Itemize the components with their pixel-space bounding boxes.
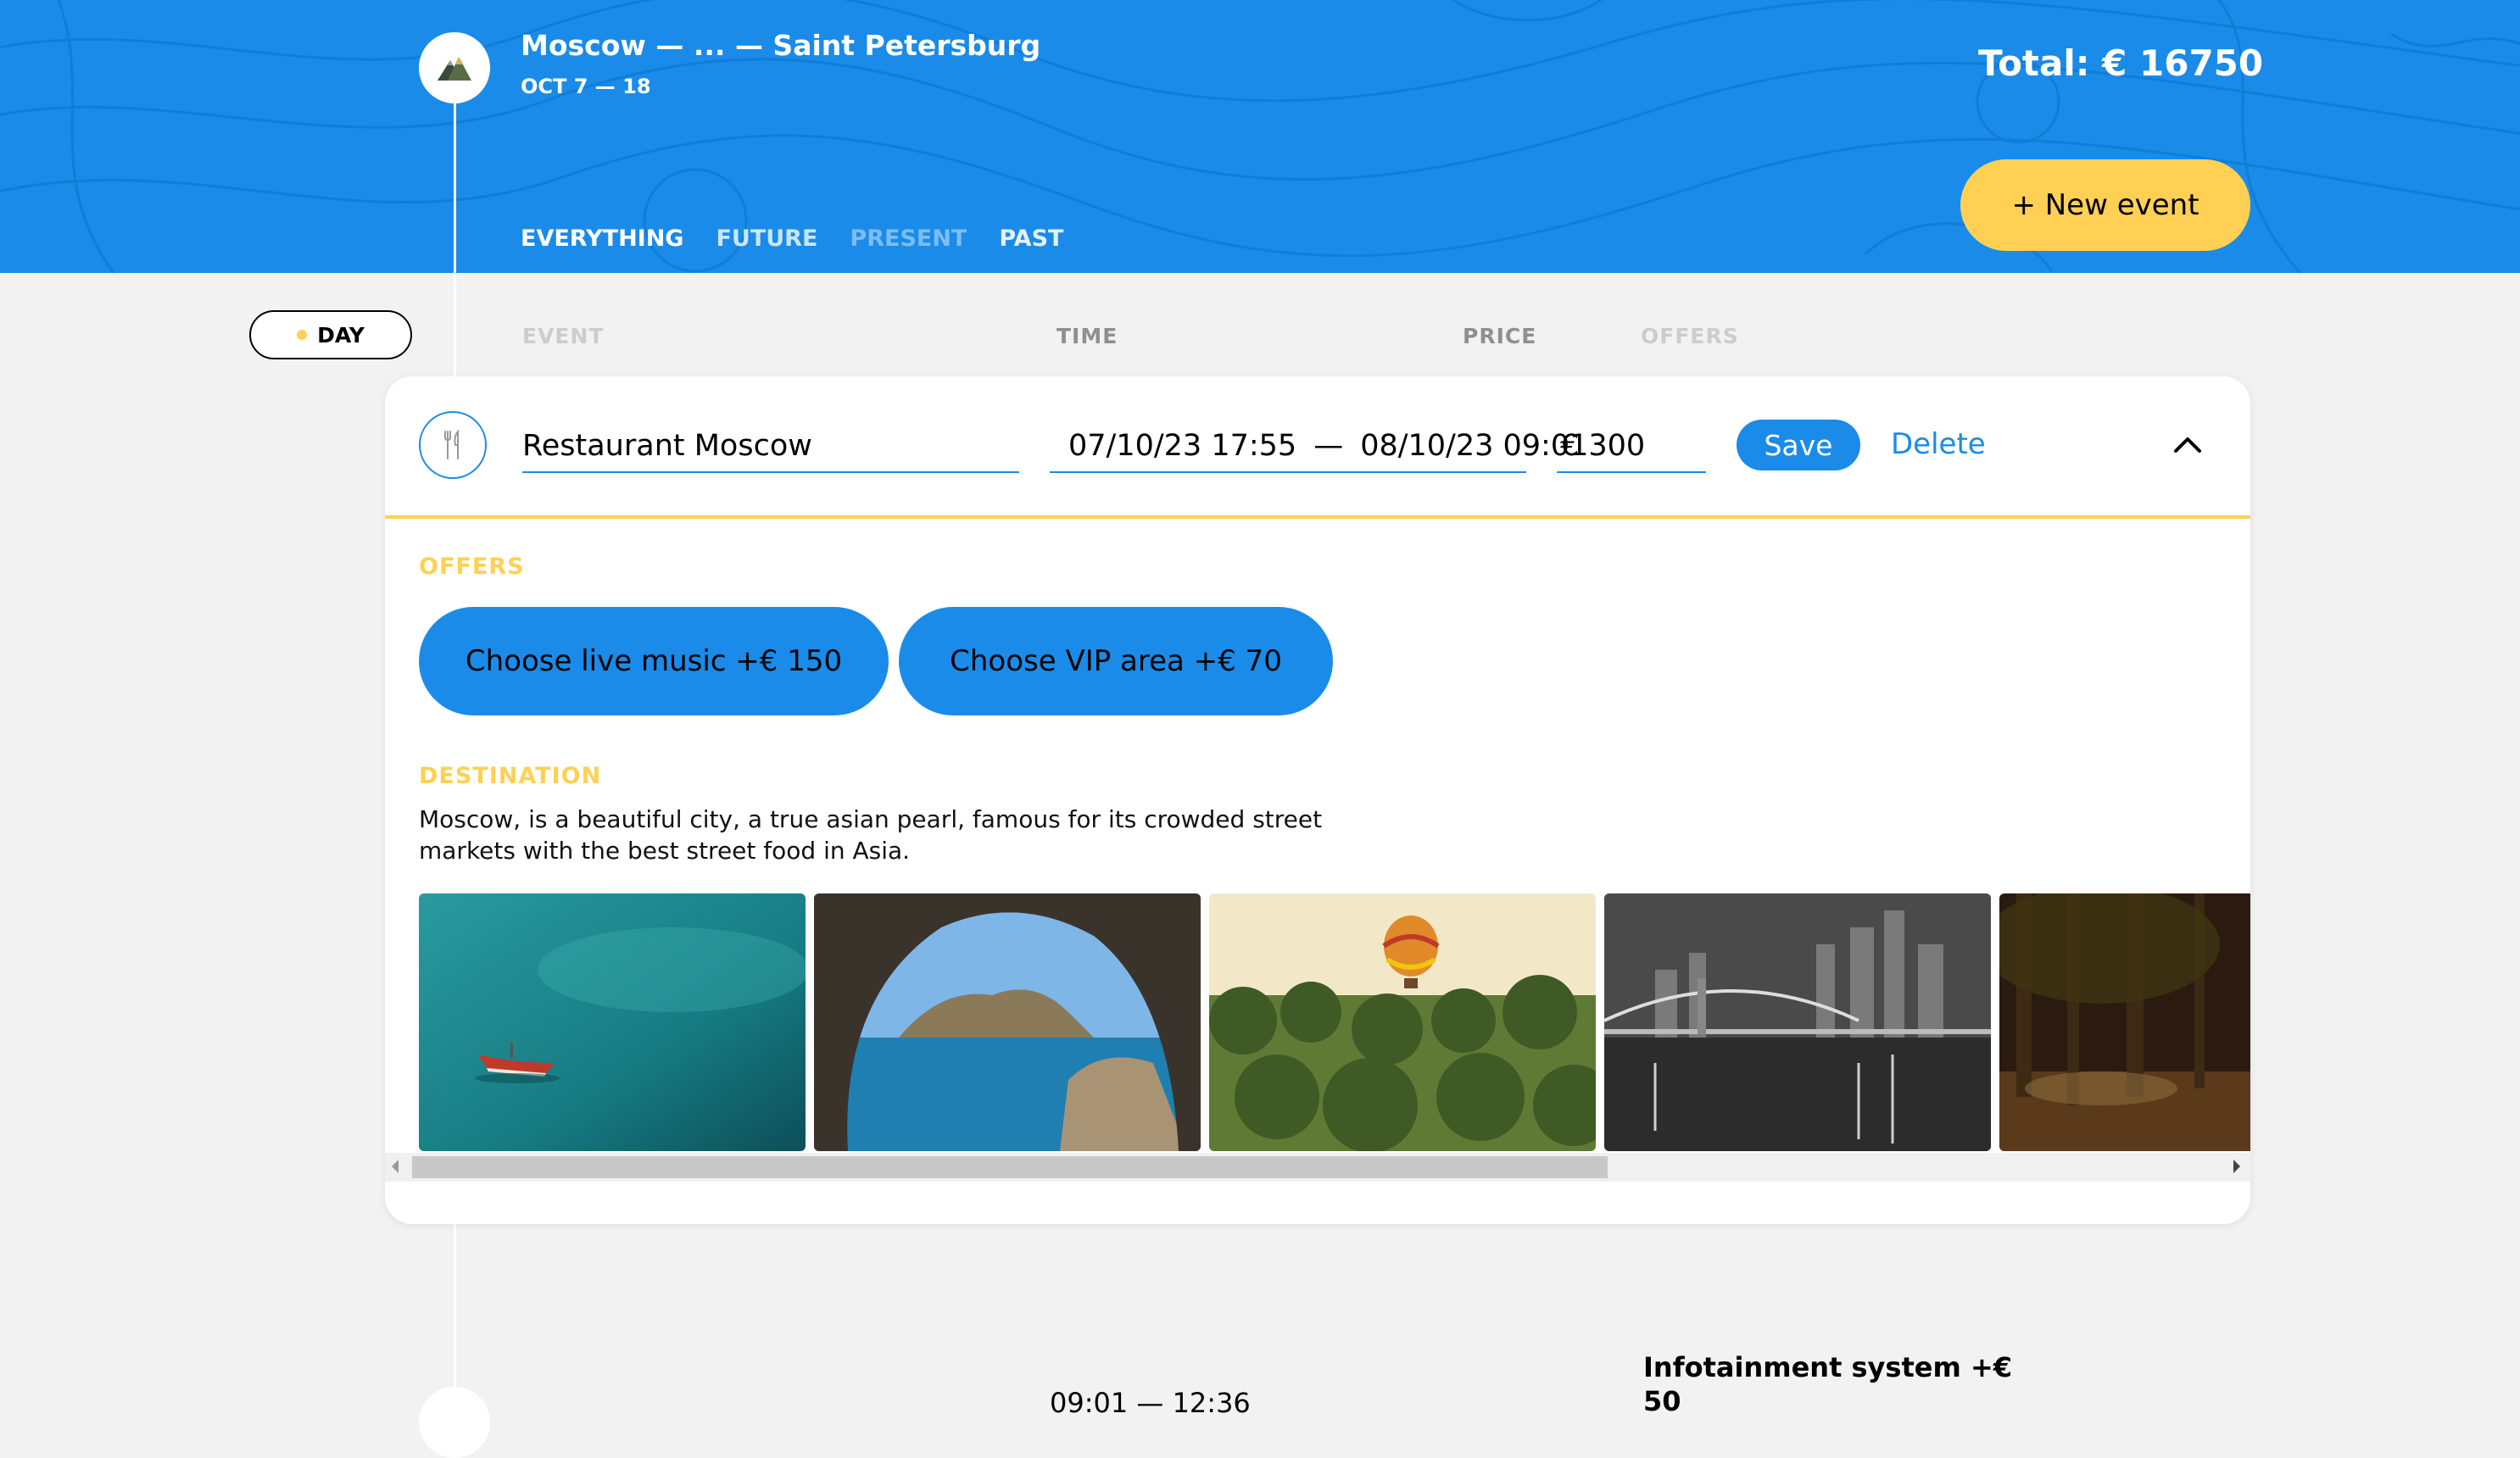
bridge-city-night-photo — [1604, 893, 1991, 1151]
start-time-input[interactable]: 07/10/23 17:55 — [1050, 429, 1296, 463]
destination-section-title: DESTINATION — [419, 763, 602, 789]
offer-vip-area[interactable]: Choose VIP area +€ 70 — [899, 607, 1333, 715]
delete-button[interactable]: Delete — [1891, 427, 1986, 461]
time-separator: — — [1313, 429, 1344, 463]
sea-boat-photo — [419, 893, 806, 1151]
next-event-offer-price: 50 — [1643, 1385, 1681, 1417]
new-event-button[interactable]: + New event — [1960, 159, 2250, 251]
end-time-input[interactable]: 08/10/23 09:01 — [1360, 429, 1588, 463]
forest-photo — [1999, 893, 2250, 1151]
scroll-left-icon[interactable] — [392, 1160, 399, 1173]
trip-dates: OCT 7 — 18 — [521, 75, 651, 98]
event-type-button[interactable] — [419, 411, 487, 479]
filter-tabs: EVERYTHING FUTURE PRESENT PAST — [521, 225, 1063, 252]
trip-logo — [419, 32, 490, 103]
trip-total-cost: Total: € 16750 — [1978, 42, 2264, 84]
form-divider — [385, 515, 2250, 519]
chevron-up-icon — [2174, 437, 2201, 453]
next-event-type-icon — [419, 1387, 490, 1458]
scroll-thumb[interactable] — [412, 1156, 1608, 1178]
filter-past[interactable]: PAST — [999, 225, 1063, 252]
time-range-field: 07/10/23 17:55 — 08/10/23 09:01 — [1050, 429, 1588, 473]
next-event-time: 09:01 — 12:36 — [1050, 1387, 1251, 1419]
save-button[interactable]: Save — [1737, 420, 1860, 470]
event-edit-form: Restaurant Moscow 07/10/23 17:55 — 08/10… — [385, 376, 2250, 1224]
scroll-right-icon[interactable] — [2233, 1160, 2240, 1173]
restaurant-icon — [444, 430, 459, 459]
destination-description: Moscow, is a beautiful city, a true asia… — [419, 805, 1323, 865]
destination-photos[interactable] — [419, 893, 2250, 1151]
filter-future[interactable]: FUTURE — [716, 225, 817, 252]
sort-day[interactable]: DAY — [249, 310, 412, 359]
filter-everything[interactable]: EVERYTHING — [521, 225, 683, 252]
filter-present: PRESENT — [850, 225, 967, 252]
mountains-icon — [438, 57, 471, 81]
trip-header: EVERYTHING FUTURE PRESENT PAST Total: € … — [0, 0, 2520, 273]
sea-cave-photo — [814, 893, 1201, 1151]
collapse-button[interactable] — [2169, 426, 2206, 463]
price-input[interactable]: € 300 — [1557, 429, 1706, 473]
destination-input[interactable]: Restaurant Moscow — [522, 429, 1019, 473]
trip-route-title: Moscow — ... — Saint Petersburg — [521, 29, 1041, 62]
offers-section-title: OFFERS — [419, 554, 525, 580]
balloon-palms-photo — [1209, 893, 1596, 1151]
sort-price[interactable]: PRICE — [1463, 324, 1536, 348]
sort-time[interactable]: TIME — [1057, 324, 1118, 348]
sort-offers: OFFERS — [1641, 324, 1739, 348]
sort-event: EVENT — [522, 324, 605, 348]
active-sort-dot — [297, 330, 308, 340]
photo-scrollbar[interactable] — [385, 1153, 2250, 1182]
next-event-offer: Infotainment system +€ — [1643, 1351, 2013, 1383]
sort-day-label: DAY — [317, 322, 365, 348]
offer-live-music[interactable]: Choose live music +€ 150 — [419, 607, 889, 715]
